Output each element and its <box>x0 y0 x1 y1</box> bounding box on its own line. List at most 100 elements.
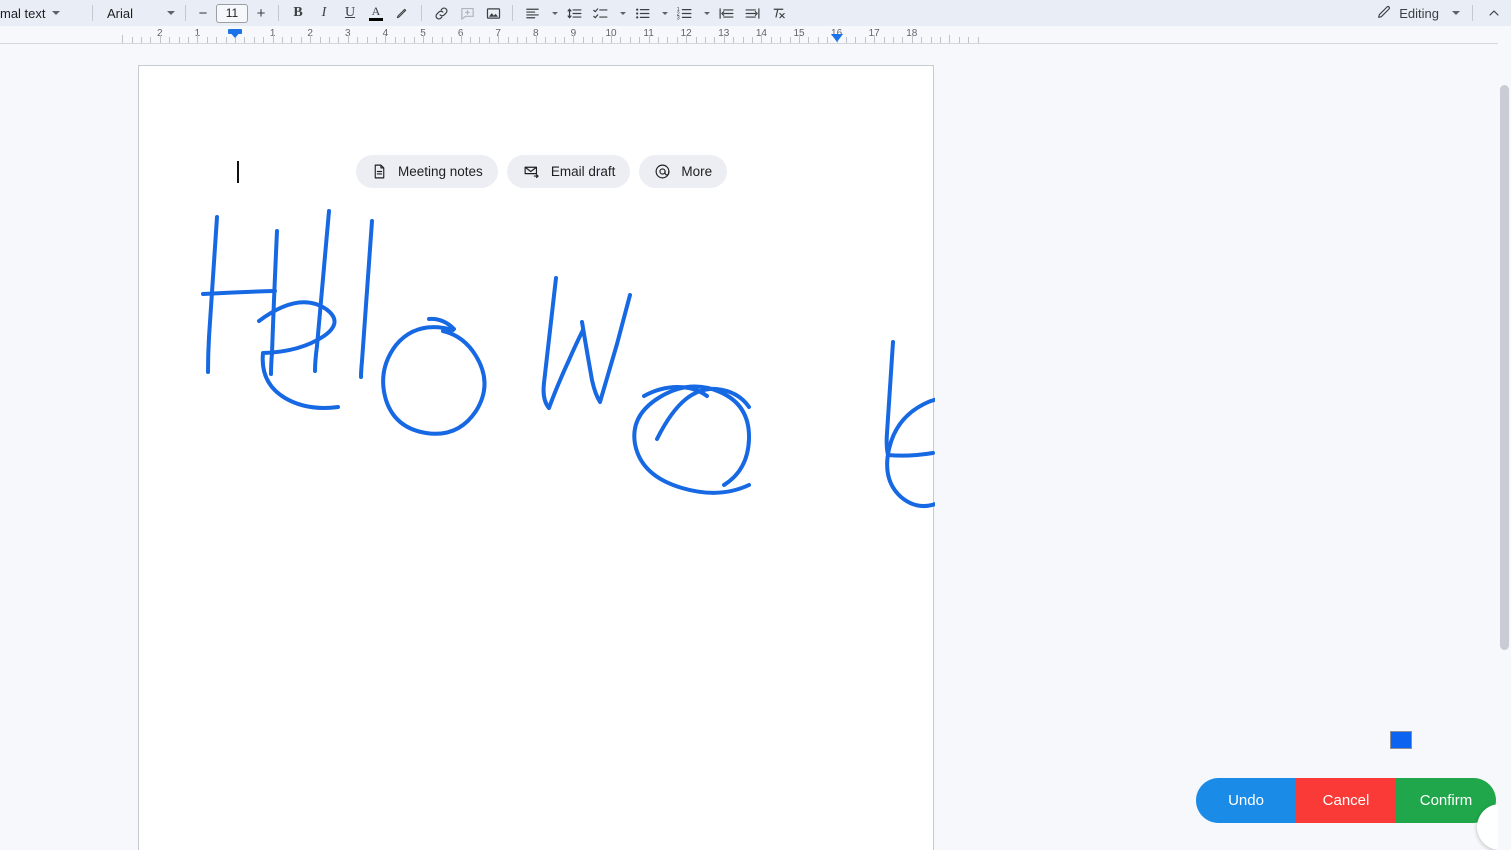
ruler-tick <box>601 37 603 43</box>
align-caret[interactable] <box>545 1 561 25</box>
link-icon <box>433 5 450 22</box>
bulleted-list-button[interactable] <box>629 2 655 24</box>
ruler-tick <box>977 37 979 43</box>
font-family-caret[interactable] <box>157 1 179 25</box>
document-icon <box>371 163 388 180</box>
text-color-button[interactable]: A <box>363 2 389 24</box>
ruler-tick <box>441 37 443 43</box>
ruler-tick <box>658 37 659 43</box>
underline-icon: U <box>344 5 356 20</box>
ruler-tick <box>911 35 913 43</box>
font-size-input[interactable]: 11 <box>216 3 248 23</box>
increase-indent-button[interactable] <box>739 2 765 24</box>
text-color-swatch <box>369 18 383 21</box>
pencil-icon <box>1376 4 1392 23</box>
cancel-button[interactable]: Cancel <box>1296 778 1396 823</box>
line-spacing-button[interactable] <box>561 2 587 24</box>
ruler-tick <box>423 35 424 43</box>
numbered-list-button[interactable]: 1 2 3 <box>671 2 697 24</box>
undo-button[interactable]: Undo <box>1196 778 1296 823</box>
decrease-indent-icon <box>718 5 735 22</box>
ruler-tick <box>404 37 406 43</box>
increase-font-size-button[interactable]: + <box>250 1 272 25</box>
line-spacing-icon <box>566 5 583 22</box>
align-button[interactable] <box>519 2 545 24</box>
minus-icon: − <box>198 4 208 22</box>
highlight-button[interactable] <box>389 2 415 24</box>
ruler-tick <box>611 35 612 43</box>
collapse-toolbar-button[interactable] <box>1481 2 1507 24</box>
document-ruler[interactable]: 2 1 1 2 3 4 5 6 7 8 9 10 11 12 13 14 15 16 17 18 <box>0 26 1511 48</box>
ruler-tick <box>178 37 180 43</box>
insert-link-button[interactable] <box>428 2 454 24</box>
ruler-tick <box>799 35 800 43</box>
text-color-icon: A <box>369 5 383 21</box>
ruler-tick <box>770 37 772 43</box>
ruler-tick <box>564 37 565 43</box>
bold-button[interactable]: B <box>285 2 311 24</box>
paragraph-style-dropdown[interactable]: mal text <box>0 1 86 25</box>
chevron-down-icon <box>1452 11 1460 15</box>
ruler-tick <box>197 35 199 43</box>
plus-icon: + <box>256 4 266 22</box>
ruler-tick <box>488 37 490 43</box>
ruler-tick <box>545 37 547 43</box>
clear-formatting-button[interactable] <box>765 2 791 24</box>
decrease-font-size-button[interactable]: − <box>192 1 214 25</box>
chip-email-draft[interactable]: Email draft <box>506 155 631 188</box>
toolbar-divider <box>278 5 279 21</box>
vertical-scrollbar-track[interactable] <box>1498 40 1511 850</box>
chip-more[interactable]: More <box>639 155 728 188</box>
editing-mode-button[interactable]: Editing <box>1372 4 1464 23</box>
chevron-down-icon <box>620 11 626 15</box>
ruler-tick <box>893 37 894 43</box>
ruler-tick <box>535 35 537 43</box>
ruler-tick <box>761 35 763 43</box>
font-family-dropdown[interactable]: Arial <box>99 1 157 25</box>
first-line-indent-marker[interactable] <box>228 30 242 38</box>
decrease-indent-button[interactable] <box>713 2 739 24</box>
toolbar-right-group: Editing <box>1372 0 1507 26</box>
ruler-tick <box>272 35 274 43</box>
ink-color-swatch[interactable] <box>1390 731 1412 749</box>
checklist-button[interactable] <box>587 2 613 24</box>
chip-label: Meeting notes <box>398 164 483 179</box>
ruler-tick <box>253 37 255 43</box>
toolbar-divider <box>512 5 513 21</box>
add-comment-button[interactable] <box>454 2 480 24</box>
ruler-tick <box>310 35 312 43</box>
ruler-tick <box>122 35 124 43</box>
numbered-list-caret[interactable] <box>697 1 713 25</box>
checklist-caret[interactable] <box>613 1 629 25</box>
ruler-tick <box>930 37 932 43</box>
ruler-tick <box>723 35 725 43</box>
ruler-tick <box>695 37 697 43</box>
insert-image-button[interactable] <box>480 2 506 24</box>
ruler-tick <box>686 35 688 43</box>
vertical-scrollbar-thumb[interactable] <box>1500 85 1509 650</box>
right-indent-marker[interactable] <box>831 34 843 42</box>
editing-mode-label: Editing <box>1399 5 1439 21</box>
font-family-label: Arial <box>107 5 134 21</box>
document-page[interactable]: Meeting notes Email draft More <box>138 65 935 850</box>
email-draft-icon <box>522 163 541 180</box>
chip-meeting-notes[interactable]: Meeting notes <box>356 155 498 188</box>
ruler-tick <box>846 37 847 43</box>
ruler-tick <box>141 37 142 43</box>
toolbar-divider <box>92 5 93 21</box>
ruler-tick <box>357 37 359 43</box>
italic-button[interactable]: I <box>311 2 337 24</box>
ruler-tick <box>300 37 302 43</box>
ruler-tick <box>573 35 575 43</box>
ruler-tick <box>460 35 462 43</box>
toolbar-divider <box>421 5 422 21</box>
ruler-tick <box>620 37 622 43</box>
ruler-tick <box>338 37 340 43</box>
chip-label: Email draft <box>550 164 616 179</box>
google-docs-window: mal text Arial − 11 + B I U A 1 2 3 Edit… <box>0 0 1511 850</box>
ruler-tick <box>498 35 500 43</box>
bulleted-list-caret[interactable] <box>655 1 671 25</box>
ruler-tick <box>968 37 970 43</box>
underline-button[interactable]: U <box>337 2 363 24</box>
cancel-label: Cancel <box>1322 792 1370 809</box>
